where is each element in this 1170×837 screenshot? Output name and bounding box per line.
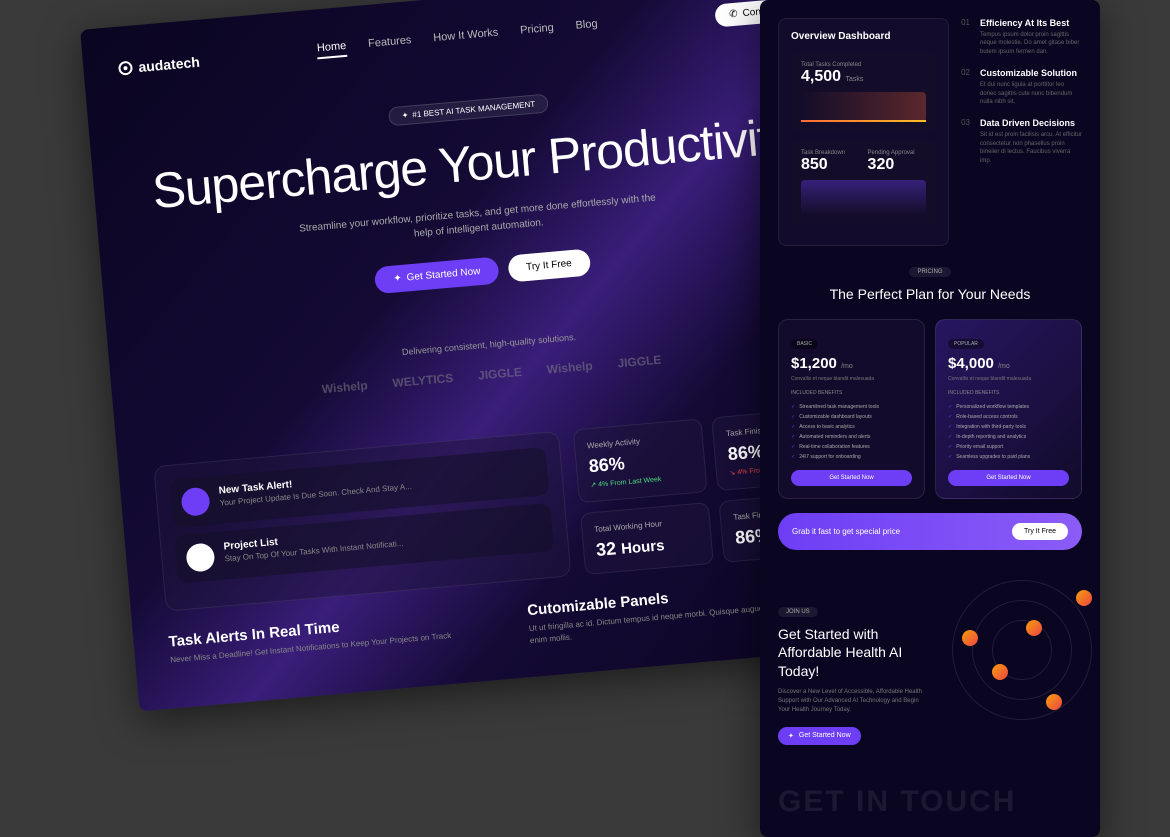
- stat-value: 4,500 Tasks: [801, 68, 926, 86]
- partner-logo: JIGGLE: [617, 352, 662, 370]
- join-button[interactable]: ✦Get Started Now: [778, 727, 861, 745]
- phone-icon: ✆: [729, 9, 738, 21]
- cta-bar: Grab it fast to get special price Try It…: [778, 513, 1082, 550]
- join-desc: Discover a New Level of Accessible, Affo…: [778, 688, 928, 715]
- hero-section: ✦#1 BEST AI TASK MANAGEMENT Supercharge …: [124, 69, 828, 314]
- stat-value: 850: [801, 156, 860, 174]
- benefit-item: Access to basic analytics: [791, 422, 912, 432]
- benefit-item: Real-time collaboration features: [791, 442, 912, 452]
- partner-logo: Wishelp: [546, 358, 593, 376]
- bell-icon: [180, 486, 210, 516]
- main-nav: audatech Home Features How It Works Pric…: [117, 0, 806, 80]
- nav-how[interactable]: How It Works: [433, 27, 499, 50]
- plan-tag: BASIC: [791, 339, 818, 349]
- feature-desc: Sit id est proin facilisis arcu. At effi…: [980, 131, 1082, 165]
- partner-logo: WELYTICS: [392, 370, 454, 389]
- benefits-label: INCLUDED BENEFITS: [948, 390, 1069, 396]
- plan-desc: Convallis et neque blandit malesuada: [948, 376, 1069, 382]
- logo-icon: [118, 60, 133, 75]
- feature-item: 02Customizable SolutionEt dui nunc ligul…: [961, 68, 1082, 106]
- join-section: JOIN US Get Started with Affordable Heal…: [778, 580, 1082, 765]
- benefits-label: INCLUDED BENEFITS: [791, 390, 912, 396]
- nav-pricing[interactable]: Pricing: [520, 22, 555, 42]
- overview-dashboard: Overview Dashboard Total Tasks Completed…: [778, 18, 949, 246]
- benefit-item: Personalized workflow templates: [948, 402, 1069, 412]
- benefit-item: Seamless upgrades to paid plans: [948, 452, 1069, 462]
- overview-title: Overview Dashboard: [791, 31, 936, 42]
- feature-desc: Tempus ipsum dolor proin sagittis neque …: [980, 31, 1082, 56]
- hero-badge: ✦#1 BEST AI TASK MANAGEMENT: [388, 94, 549, 127]
- list-icon: [185, 542, 215, 572]
- brand-name: audatech: [138, 53, 201, 74]
- cta-text: Grab it fast to get special price: [792, 527, 900, 536]
- stat-value: 320: [868, 156, 927, 174]
- popular-plan-card: POPULAR $4,000 /mo Convallis et neque bl…: [935, 319, 1082, 499]
- join-title: Get Started with Affordable Health AI To…: [778, 625, 928, 680]
- plan-price: $4,000 /mo: [948, 355, 1069, 372]
- benefit-item: Role-based access controls: [948, 412, 1069, 422]
- plan-price: $1,200 /mo: [791, 355, 912, 372]
- hero-title: Supercharge Your Productivity: [127, 107, 819, 219]
- benefit-item: Streamlined task management tools: [791, 402, 912, 412]
- avatar-orbit: [942, 570, 1102, 730]
- sparkle-icon: ✦: [393, 272, 402, 284]
- partner-logo: JIGGLE: [477, 364, 522, 382]
- popular-plan-button[interactable]: Get Started Now: [948, 470, 1069, 486]
- footer-text: GET IN TOUCH: [778, 785, 1082, 819]
- partner-logo: Wishelp: [321, 378, 368, 396]
- pricing-title: The Perfect Plan for Your Needs: [778, 285, 1082, 303]
- benefit-item: 24/7 support for onboarding: [791, 452, 912, 462]
- benefit-item: In-depth reporting and analytics: [948, 432, 1069, 442]
- cta-button[interactable]: Try It Free: [1012, 523, 1068, 540]
- nav-links: Home Features How It Works Pricing Blog: [316, 18, 598, 59]
- benefit-item: Automated reminders and alerts: [791, 432, 912, 442]
- benefit-item: Integration with third-party tools: [948, 422, 1069, 432]
- weekly-activity-card: Weekly Activity 86% ↗ 4% From Last Week: [572, 418, 708, 503]
- working-hour-card: Total Working Hour 32 Hours: [580, 501, 715, 574]
- try-free-button[interactable]: Try It Free: [507, 248, 591, 282]
- nav-home[interactable]: Home: [316, 40, 347, 59]
- metric-value: 32 Hours: [595, 531, 700, 561]
- feature-title: Efficiency At Its Best: [980, 18, 1082, 28]
- basic-plan-button[interactable]: Get Started Now: [791, 470, 912, 486]
- pricing-badge: PRICING: [909, 267, 950, 277]
- basic-plan-card: BASIC $1,200 /mo Convallis et neque blan…: [778, 319, 925, 499]
- logo[interactable]: audatech: [118, 53, 201, 76]
- plan-desc: Convallis et neque blandit malesuada: [791, 376, 912, 382]
- feature-title: Data Driven Decisions: [980, 118, 1082, 128]
- star-icon: ✦: [401, 111, 408, 121]
- plan-tag: POPULAR: [948, 339, 984, 349]
- alerts-card: New Task Alert!Your Project Update Is Du…: [153, 430, 571, 611]
- feature-title: Customizable Solution: [980, 68, 1082, 78]
- nav-features[interactable]: Features: [368, 34, 413, 55]
- benefit-item: Priority email support: [948, 442, 1069, 452]
- join-badge: JOIN US: [778, 607, 818, 617]
- feature-desc: Et dui nunc ligula at porttitor leo done…: [980, 81, 1082, 106]
- feature-item: 01Efficiency At Its BestTempus ipsum dol…: [961, 18, 1082, 56]
- nav-blog[interactable]: Blog: [575, 18, 598, 37]
- feature-item: 03Data Driven DecisionsSit id est proin …: [961, 118, 1082, 165]
- avatar: [1076, 590, 1092, 606]
- area-chart: [801, 180, 926, 215]
- sparkle-icon: ✦: [788, 732, 794, 740]
- pricing-header: PRICING The Perfect Plan for Your Needs: [778, 260, 1082, 303]
- benefit-item: Customizable dashboard layouts: [791, 412, 912, 422]
- line-chart: [801, 92, 926, 122]
- get-started-button[interactable]: ✦Get Started Now: [374, 256, 499, 294]
